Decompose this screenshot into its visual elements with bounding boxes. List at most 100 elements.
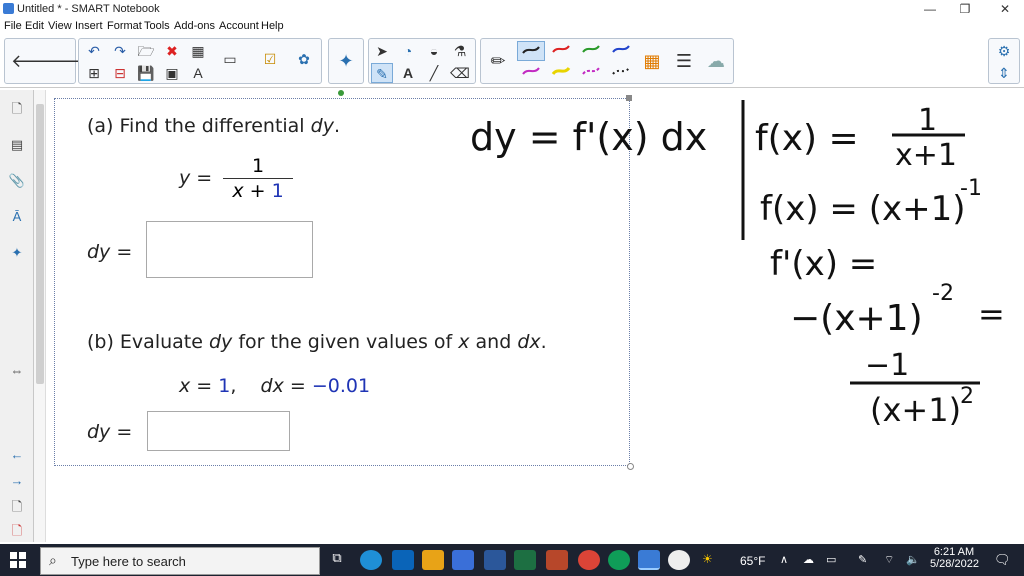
notifications-icon[interactable]: 🗨 [994,552,1011,568]
next-page-icon[interactable]: → [6,470,28,492]
weather-temperature[interactable]: 65°F [740,554,765,568]
lesson-activity-icon[interactable]: ☑ [259,49,281,69]
powerpoint-icon[interactable] [546,550,568,570]
show-hidden-icons-icon[interactable]: ∧ [780,553,788,566]
part-b-answer-box[interactable] [147,411,290,451]
line-tool-icon[interactable]: ╱ [423,63,445,83]
taskbar-clock[interactable]: 6:21 AM 5/28/2022 [930,546,979,570]
pen-workspace-icon[interactable]: ✎ [858,553,867,566]
outlook-icon[interactable] [392,550,414,570]
addons-tab-icon[interactable]: ✦ [6,242,28,264]
select-arrow-icon[interactable]: ➤ [371,41,393,61]
pens-tool-icon[interactable]: ✎ [371,63,393,83]
chrome-icon[interactable] [578,550,600,570]
scrollbar-thumb[interactable] [36,104,44,384]
gear-icon[interactable]: ⚙ [993,41,1015,61]
table-icon[interactable]: ▦ [187,41,209,61]
menu-account[interactable]: Account [219,20,259,32]
delete-page-icon[interactable]: ⊟ [109,63,131,83]
move-sidebar-icon[interactable]: ⇔ [6,360,28,382]
fraction-bar [223,178,293,179]
menu-help[interactable]: Help [261,20,284,32]
part-b-prefix: (b) Evaluate [87,331,209,353]
ink-equals: = [978,295,1005,333]
part-a-answer-box[interactable] [146,221,313,278]
addons-icon[interactable]: ✿ [293,49,315,69]
color-palette-icon[interactable]: ▦ [641,51,663,71]
shape-icon[interactable]: ◔ [397,41,419,61]
close-icon[interactable]: ✕ [990,0,1020,18]
menu-tools[interactable]: Tools [144,20,170,32]
clock-app-icon[interactable] [668,550,690,570]
store-icon[interactable] [452,550,474,570]
task-view-icon[interactable]: ⧉ [326,550,348,570]
ink-f-label: f(x) = [755,118,859,159]
laptop-icon[interactable]: ▭ [826,553,836,566]
save-icon[interactable]: 💾 [135,63,157,83]
eraser-icon[interactable]: ⌫ [449,63,471,83]
undo-icon[interactable]: ↶ [83,41,105,61]
handwritten-work[interactable]: dy = f'(x) dx f(x) = 1 x+1 f(x) = (x+1) … [460,95,1020,435]
smart-notebook-taskbar-icon[interactable] [638,550,660,570]
pen-yellow-icon[interactable] [547,63,575,83]
text-tool-icon[interactable]: A [397,63,419,83]
pen-blue-icon[interactable] [607,41,635,61]
wifi-icon[interactable]: ⌔ [884,553,894,567]
file-explorer-icon[interactable] [422,550,444,570]
taskbar-search-box[interactable]: ⌕ Type here to search [40,547,320,575]
excel-icon[interactable] [514,550,536,570]
toolbar-options-group: ⚙ ⇕ [988,38,1020,84]
gallery-icon[interactable]: ▤ [6,134,28,156]
restore-icon[interactable]: ❐ [950,0,980,18]
resize-handle[interactable] [627,463,634,470]
forward-arrow-icon[interactable]: 🡒 [47,51,95,71]
side-tabs-panel: 🗋 ▤ 📎 Ā ✦ ⇔ ← → 🗋 🗋 [0,90,34,542]
word-icon[interactable] [484,550,506,570]
previous-page-icon[interactable]: ← [6,444,28,466]
open-folder-icon[interactable]: 🗁 [135,41,157,61]
line-style-icon[interactable]: ☰ [673,51,695,71]
chrome-profile-icon[interactable] [608,550,630,570]
menu-format[interactable]: Format [107,20,142,32]
menu-insert[interactable]: Insert [75,20,103,32]
y-equals-label: y = [179,167,213,189]
move-toolbar-icon[interactable]: ⇕ [993,63,1015,83]
page-sorter-icon[interactable]: 🗋 [6,98,28,120]
fill-effects-icon[interactable]: ☁ [705,51,727,71]
edge-browser-icon[interactable] [360,550,382,570]
screen-capture-icon[interactable]: ▭ [219,49,241,69]
display-icon[interactable]: ▣ [161,63,183,83]
menu-addons[interactable]: Add-ons [174,20,215,32]
onedrive-icon[interactable]: ☁ [803,553,814,566]
smart-notebook-app-icon [3,3,14,14]
menu-edit[interactable]: Edit [25,20,44,32]
rotate-handle[interactable] [338,90,344,96]
add-page-icon[interactable]: ⊞ [83,63,105,83]
menu-file[interactable]: File [4,20,22,32]
back-arrow-icon[interactable]: 🡐 [11,51,59,71]
attachments-icon[interactable]: 📎 [6,170,28,192]
part-b-var1: dy [208,331,233,353]
menu-view[interactable]: View [48,20,72,32]
pen-red-icon[interactable] [547,41,575,61]
puzzle-icon[interactable]: ✦ [335,51,357,71]
dx-value: −0.01 [311,375,371,397]
redo-icon[interactable]: ↷ [109,41,131,61]
windows-start-icon[interactable] [10,552,26,568]
add-page-sidebar-icon[interactable]: 🗋 [6,496,28,518]
paint-bucket-icon[interactable]: ⚗ [449,41,471,61]
delete-page-sidebar-icon[interactable]: 🗋 [6,520,28,542]
weather-icon[interactable]: ☀ [702,552,713,566]
minimize-icon[interactable]: — [915,0,945,18]
delete-icon[interactable]: ✖ [161,41,183,61]
volume-icon[interactable]: 🔈 [906,553,920,566]
properties-icon[interactable]: Ā [6,206,28,228]
text-format-icon[interactable]: A [187,63,209,83]
pen-black-icon[interactable] [517,41,545,61]
pen-magenta-icon[interactable] [517,63,545,83]
fill-icon[interactable]: ◒ [423,41,445,61]
pen-green-icon[interactable] [577,41,605,61]
pen-dashed-icon[interactable] [577,63,605,83]
pen-dotted-icon[interactable] [607,63,635,83]
pen-icon[interactable]: ✏ [487,51,509,71]
